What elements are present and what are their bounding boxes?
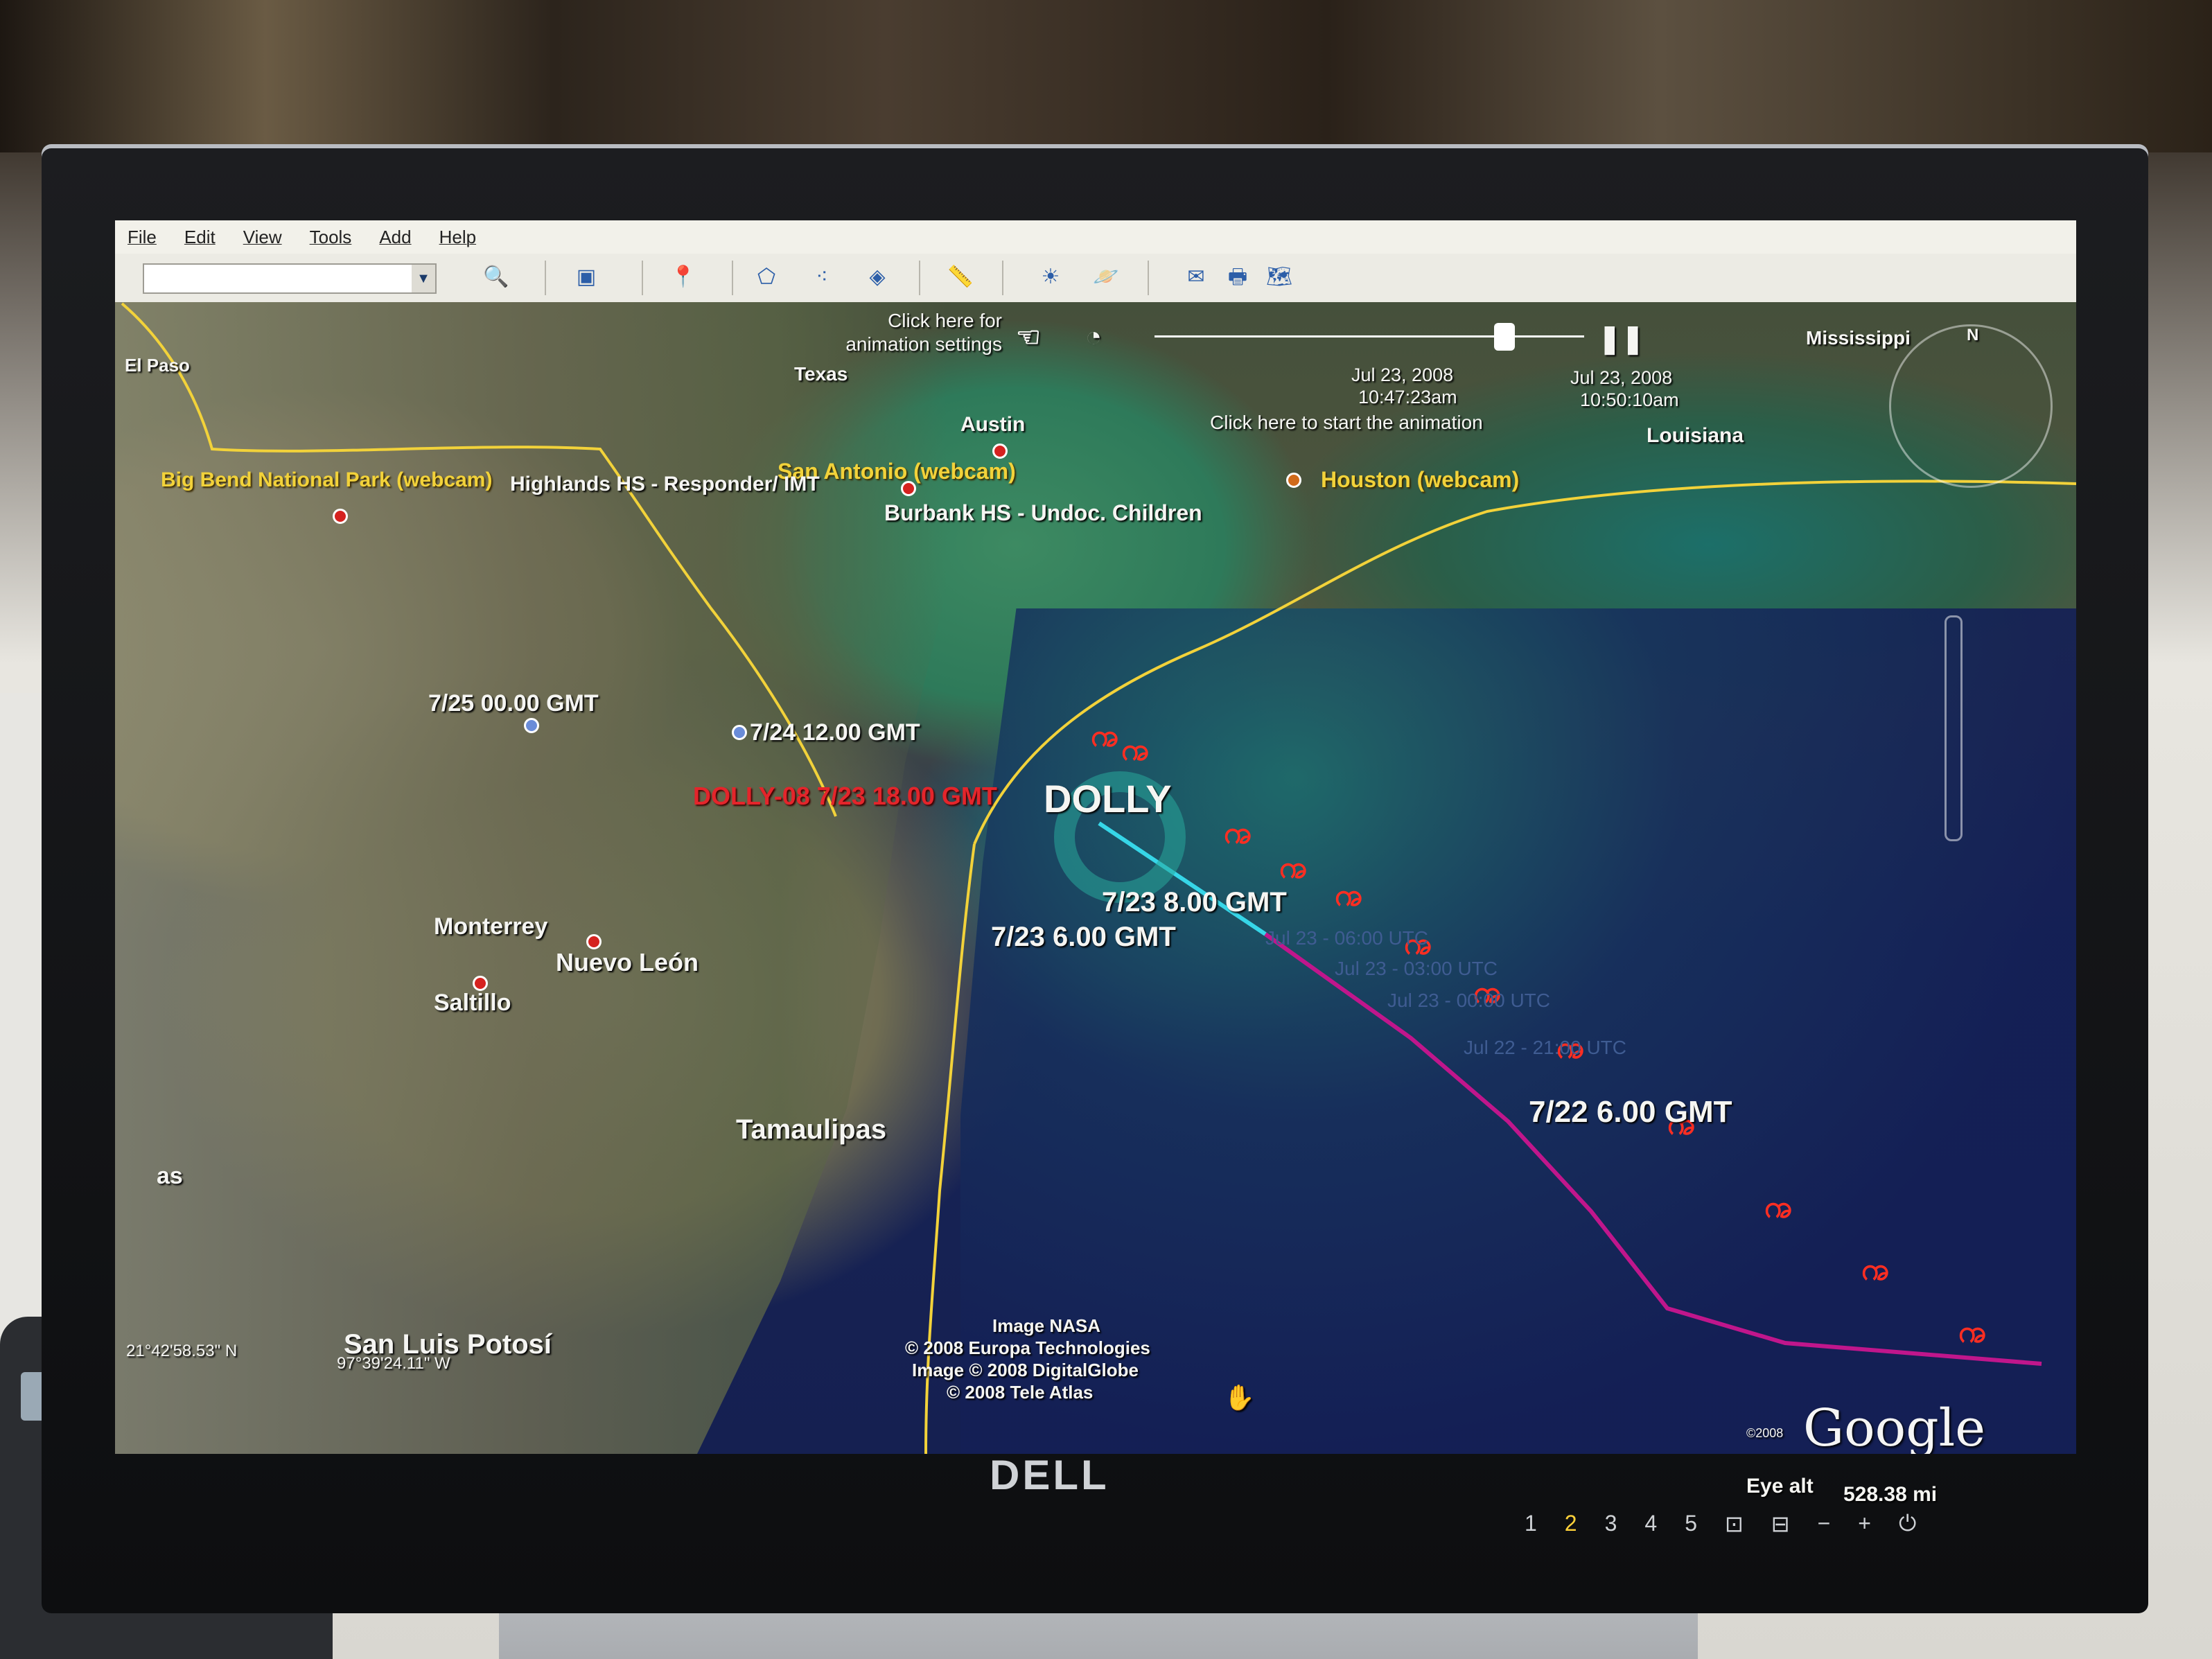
label-mississippi: Mississippi [1806, 327, 1911, 349]
monitor-source-icon[interactable]: ⊟ [1771, 1511, 1790, 1537]
track-label-dolly08: DOLLY-08 7/23 18.00 GMT [693, 782, 997, 810]
texas-border-line [121, 302, 837, 817]
power-icon[interactable]: ⏻ [1899, 1511, 1916, 1537]
hurricane-icon[interactable]: ꩠ [1861, 1253, 1889, 1286]
monterrey-pin[interactable] [586, 934, 602, 949]
track-label-0723-6: 7/23 6.00 GMT [991, 922, 1176, 952]
track-point-0725[interactable] [524, 718, 539, 733]
credit-digitalglobe: Image © 2008 DigitalGlobe [912, 1360, 1139, 1380]
pause-icon[interactable]: ❚❚ [1598, 323, 1644, 355]
monitor-input-3[interactable]: 3 [1605, 1511, 1617, 1537]
hurricane-icon[interactable]: ꩠ [1121, 733, 1149, 766]
status-latitude: 21°42'58.53" N [126, 1342, 238, 1360]
credit-europa: © 2008 Europa Technologies [905, 1337, 1150, 1358]
monitor-input-2[interactable]: 2 [1565, 1511, 1577, 1537]
track-point-0724[interactable] [732, 725, 747, 740]
label-louisiana: Louisiana [1647, 424, 1744, 447]
storm-name-label[interactable]: DOLLY [1044, 776, 1172, 821]
animation-start-time: 10:47:23am [1358, 387, 1457, 407]
navigation-compass[interactable] [1889, 324, 2053, 488]
label-burbank-hs[interactable]: Burbank HS - Undoc. Children [884, 500, 1202, 526]
animation-end-time: 10:50:10am [1580, 389, 1679, 410]
label-monterrey: Monterrey [434, 913, 548, 940]
monitor-input-4[interactable]: 4 [1644, 1511, 1657, 1537]
storm-track-magenta [1264, 932, 2042, 1366]
animation-settings-hint: Click here for animation settings [845, 310, 1002, 355]
eye-alt-value: 528.38 mi [1843, 1483, 1938, 1506]
animation-start-date: Jul 23, 2008 [1351, 365, 1454, 385]
monitor-plus-icon[interactable]: + [1858, 1511, 1871, 1537]
dell-logo: DELL [990, 1452, 1109, 1498]
big-bend-pin[interactable] [333, 509, 348, 524]
time-slider-handle[interactable] [1494, 323, 1515, 351]
label-el-paso: El Paso [125, 355, 190, 376]
map-overlay [121, 302, 2076, 1454]
utc-label-4: Jul 22 - 21:00 UTC [1464, 1037, 1626, 1058]
hurricane-icon[interactable]: ꩠ [1091, 719, 1118, 753]
track-label-0722: 7/22 6.00 GMT [1529, 1095, 1732, 1129]
hurricane-icon[interactable]: ꩠ [1279, 851, 1307, 884]
credit-nasa: Image NASA [992, 1315, 1101, 1336]
track-label-0725: 7/25 00.00 GMT [428, 690, 599, 717]
status-longitude: 97°39'24.11" W [337, 1354, 450, 1373]
label-nuevo-leon: Nuevo León [556, 948, 699, 976]
animation-start-hint: Click here to start the animation [1210, 412, 1483, 433]
north-indicator[interactable]: N [1967, 326, 1978, 345]
google-year: ©2008 [1746, 1426, 1784, 1440]
time-slider[interactable] [1134, 323, 1591, 351]
houston-pin[interactable] [1286, 473, 1301, 488]
label-big-bend[interactable]: Big Bend National Park (webcam) [161, 468, 492, 492]
time-slider-track [1155, 335, 1584, 337]
hand-cursor-icon: ✋ [1224, 1383, 1255, 1412]
hurricane-icon[interactable]: ꩠ [1764, 1191, 1792, 1224]
label-austin: Austin [960, 413, 1026, 436]
monitor-menu-icon[interactable]: ⊡ [1725, 1511, 1744, 1537]
hurricane-icon[interactable]: ꩠ [1958, 1315, 1986, 1349]
label-saltillo: Saltillo [434, 990, 511, 1016]
utc-label-3: Jul 23 - 00:00 UTC [1387, 990, 1550, 1011]
pointing-hand-icon: ☜ [1016, 322, 1041, 353]
clock-icon[interactable]: ◔ [1085, 322, 1102, 353]
animation-end-date: Jul 23, 2008 [1570, 367, 1673, 388]
label-texas: Texas [794, 363, 848, 385]
google-logo: Google [1803, 1398, 1986, 1454]
credit-tele-atlas: © 2008 Tele Atlas [947, 1382, 1094, 1403]
label-houston[interactable]: Houston (webcam) [1321, 467, 1519, 493]
label-highlands-hs[interactable]: Highlands HS - Responder/ IMT [510, 473, 820, 496]
background-room [0, 0, 2212, 152]
monitor-input-5[interactable]: 5 [1685, 1511, 1697, 1537]
saltillo-pin[interactable] [473, 976, 488, 991]
hurricane-icon[interactable]: ꩠ [1335, 879, 1362, 912]
label-tamaulipas: Tamaulipas [736, 1114, 887, 1145]
google-earth-window: File Edit View Tools Add Help ▼ 🔍 ▣ 📍 ⬠ … [115, 220, 2076, 1454]
hurricane-icon[interactable]: ꩠ [1224, 816, 1252, 850]
label-edge-fragment: as [157, 1163, 183, 1189]
eye-alt-label: Eye alt [1746, 1475, 1814, 1498]
monitor-buttons: 1 2 3 4 5 ⊡ ⊟ − + ⏻ [1525, 1511, 1916, 1537]
utc-label-2: Jul 23 - 03:00 UTC [1335, 958, 1498, 979]
austin-pin[interactable] [992, 444, 1008, 459]
zoom-slider[interactable] [1945, 615, 1963, 841]
track-label-0723-8: 7/23 8.00 GMT [1102, 887, 1287, 918]
monitor-input-1[interactable]: 1 [1525, 1511, 1537, 1537]
highlands-pin[interactable] [901, 481, 916, 496]
track-label-0724: 7/24 12.00 GMT [750, 719, 920, 746]
monitor-minus-icon[interactable]: − [1818, 1511, 1831, 1537]
utc-label-1: Jul 23 - 06:00 UTC [1265, 927, 1428, 949]
